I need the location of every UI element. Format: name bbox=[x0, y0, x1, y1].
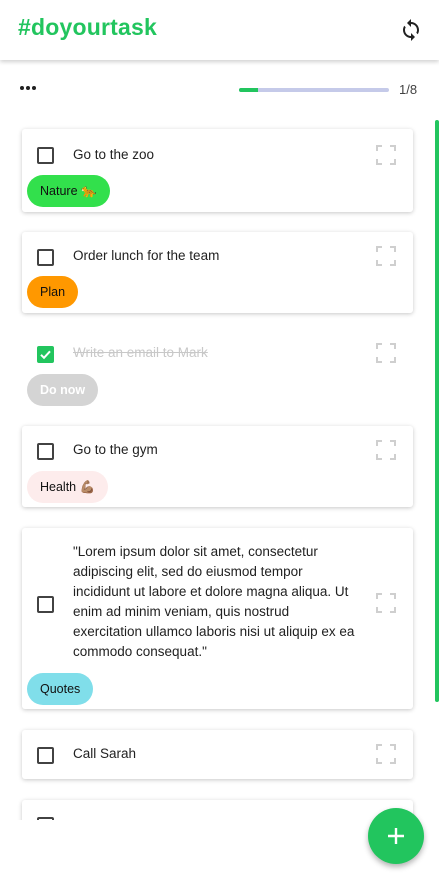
expand-icon[interactable] bbox=[376, 246, 396, 266]
more-options-button[interactable] bbox=[20, 80, 40, 96]
check-icon bbox=[40, 350, 51, 360]
progress-bar-row: 1/8 bbox=[0, 60, 439, 118]
task-card bbox=[22, 800, 413, 820]
add-task-button[interactable] bbox=[368, 808, 424, 864]
task-checkbox[interactable] bbox=[37, 817, 54, 820]
tag-chip[interactable]: Quotes bbox=[27, 673, 94, 705]
task-card: Call Sarah bbox=[22, 730, 413, 779]
task-card: Order lunch for the team Plan bbox=[22, 232, 413, 313]
app-root: #doyourtask 1/8 Go to the zoo Nature 🐆 O… bbox=[0, 0, 439, 878]
task-card: "Lorem ipsum dolor sit amet, consectetur… bbox=[22, 528, 413, 709]
app-header: #doyourtask bbox=[0, 0, 439, 60]
tag-chip[interactable]: Plan bbox=[27, 276, 79, 308]
tag-chip[interactable]: Health 💪🏽 bbox=[27, 471, 109, 503]
task-checkbox-checked[interactable] bbox=[37, 346, 54, 363]
tag-chip[interactable]: Nature 🐆 bbox=[27, 175, 110, 207]
plus-icon bbox=[388, 828, 404, 844]
expand-icon[interactable] bbox=[376, 145, 396, 165]
expand-icon[interactable] bbox=[376, 744, 396, 764]
task-text: Go to the gym bbox=[73, 442, 158, 457]
app-logo-title: #doyourtask bbox=[18, 14, 157, 40]
task-text: "Lorem ipsum dolor sit amet, consectetur… bbox=[73, 544, 355, 659]
tag-chip[interactable]: Do now bbox=[27, 374, 99, 406]
sync-icon bbox=[403, 19, 419, 41]
task-text: Order lunch for the team bbox=[73, 248, 220, 263]
task-card: Go to the zoo Nature 🐆 bbox=[22, 129, 413, 212]
task-list: Go to the zoo Nature 🐆 Order lunch for t… bbox=[0, 118, 439, 820]
progress-count: 1/8 bbox=[399, 82, 418, 97]
progress-track bbox=[239, 88, 389, 92]
task-checkbox[interactable] bbox=[37, 443, 54, 460]
task-card: Go to the gym Health 💪🏽 bbox=[22, 426, 413, 507]
task-checkbox[interactable] bbox=[37, 249, 54, 266]
task-card-completed: Write an email to Mark Do now bbox=[22, 330, 413, 410]
sync-button[interactable] bbox=[399, 18, 423, 42]
expand-icon[interactable] bbox=[376, 593, 396, 613]
scrollbar[interactable] bbox=[435, 120, 439, 702]
task-checkbox[interactable] bbox=[37, 747, 54, 764]
task-text: Write an email to Mark bbox=[73, 345, 208, 360]
task-checkbox[interactable] bbox=[37, 147, 54, 164]
expand-icon[interactable] bbox=[376, 343, 396, 363]
progress-fill bbox=[239, 88, 258, 92]
expand-icon[interactable] bbox=[376, 440, 396, 460]
more-horizontal-icon bbox=[20, 79, 38, 96]
task-text: Call Sarah bbox=[73, 746, 137, 761]
task-checkbox[interactable] bbox=[37, 596, 54, 613]
task-text: Go to the zoo bbox=[73, 147, 155, 162]
